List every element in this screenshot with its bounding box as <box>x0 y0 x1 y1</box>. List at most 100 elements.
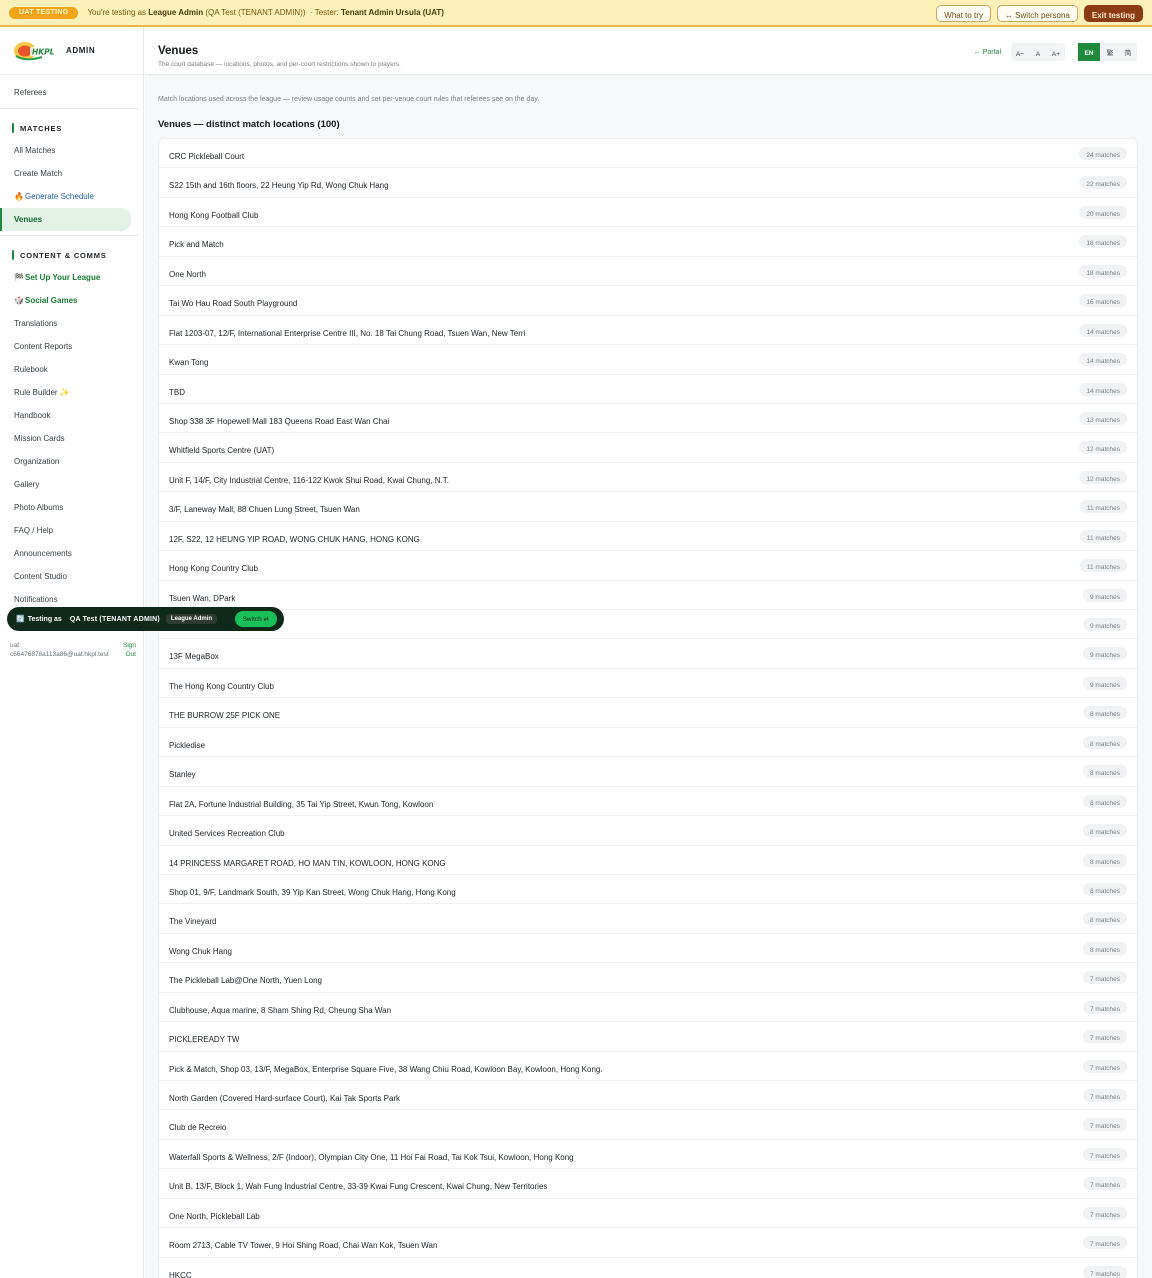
uat-role: League Admin <box>148 8 204 17</box>
sidebar-item-content-studio[interactable]: Content Studio <box>0 565 143 588</box>
switch-persona-button[interactable]: ↔ Switch persona <box>996 5 1078 22</box>
match-count-badge: 14 matches <box>1079 382 1127 396</box>
venue-row[interactable]: Stanley 8 matches <box>159 757 1137 787</box>
venue-row[interactable]: Waterfall Sports & Wellness, 2/F (Indoor… <box>159 1140 1137 1170</box>
exit-testing-button[interactable]: Exit testing <box>1083 5 1143 22</box>
venue-row[interactable]: 3/F, Laneway Mall, 88 Chuen Lung Street,… <box>159 492 1137 522</box>
sidebar-item-handbook[interactable]: Handbook <box>0 404 143 427</box>
lang-zh-hant-button[interactable]: 繁 <box>1101 43 1119 61</box>
venue-name: 12F, S22, 12 HEUNG YIP ROAD, WONG CHUK H… <box>169 534 420 544</box>
venue-name: Tsuen Wan, DPark <box>169 593 236 603</box>
sidebar-item-social-games[interactable]: 🎲Social Games <box>0 289 143 312</box>
sidebar-item-organization[interactable]: Organization <box>0 450 143 473</box>
sidebar-item-label: Social Games <box>25 296 78 305</box>
venue-row[interactable]: Unit F, 14/F, City Industrial Centre, 11… <box>159 463 1137 493</box>
venue-row[interactable]: The Vineyard 8 matches <box>159 904 1137 934</box>
sidebar-item-gallery[interactable]: Gallery <box>0 473 143 496</box>
toast-switch-button[interactable]: Switch ⇄ <box>234 611 277 627</box>
lang-zh-hans-button[interactable]: 简 <box>1119 43 1137 61</box>
venue-row[interactable]: Hong Kong Football Club 20 matches <box>159 198 1137 228</box>
venue-row[interactable]: EVELS , CENTRAL9 matches <box>159 610 1137 640</box>
sidebar-item-photo-albums[interactable]: Photo Albums <box>0 496 143 519</box>
venue-row[interactable]: THE BURROW 25F PICK ONE 8 matches <box>159 698 1137 728</box>
font-default-button[interactable]: A <box>1029 43 1047 61</box>
match-count-badge: 7 matches <box>1083 1089 1127 1102</box>
venue-row[interactable]: S22 15th and 16th floors, 22 Heung Yip R… <box>159 168 1137 198</box>
venue-name: Unit F, 14/F, City Industrial Centre, 11… <box>169 475 449 485</box>
hkpl-logo-image: HKPL <box>14 41 56 60</box>
sidebar-item-rule-builder[interactable]: Rule Builder ✨ <box>0 381 143 404</box>
sidebar-item-referees[interactable]: Referees <box>0 81 143 104</box>
venue-row[interactable]: Club de Recreio 7 matches <box>159 1110 1137 1140</box>
venue-name: Waterfall Sports & Wellness, 2/F (Indoor… <box>169 1152 574 1162</box>
match-count-badge: 20 matches <box>1079 205 1127 219</box>
fire-icon: 🔥 <box>14 192 24 201</box>
venue-row[interactable]: One North, Pickleball Lab 7 matches <box>159 1199 1137 1229</box>
toast-persona: QA Test (TENANT ADMIN) <box>69 615 160 623</box>
font-larger-button[interactable]: A+ <box>1047 43 1065 61</box>
venue-name: 14 PRINCESS MARGARET ROAD, HO MAN TIN, K… <box>169 858 446 868</box>
venue-row[interactable]: Hong Kong Country Club 11 matches <box>159 551 1137 581</box>
sidebar-item-content-reports[interactable]: Content Reports <box>0 335 143 358</box>
sidebar-item-create-match[interactable]: Create Match <box>0 162 143 185</box>
venue-row[interactable]: United Services Recreation Club 8 matches <box>159 816 1137 846</box>
sidebar-item-translations[interactable]: Translations <box>0 312 143 335</box>
venue-name: Hong Kong Country Club <box>169 564 258 574</box>
venue-row[interactable]: Flat 1203-07, 12/F, International Enterp… <box>159 316 1137 346</box>
venue-row[interactable]: 13F MegaBox 9 matches <box>159 639 1137 669</box>
venue-row[interactable]: The Pickleball Lab@One North, Yuen Long 7… <box>159 963 1137 993</box>
lang-en-button[interactable]: EN <box>1078 43 1100 61</box>
venue-name: The Pickleball Lab@One North, Yuen Long <box>169 976 322 986</box>
venue-row[interactable]: Room 2713, Cable TV Tower, 9 Hoi Shing R… <box>159 1228 1137 1258</box>
font-smaller-button[interactable]: A− <box>1011 43 1029 61</box>
venue-row[interactable]: Unit B, 13/F, Block 1, Wah Fung Industri… <box>159 1169 1137 1199</box>
venue-row[interactable]: PICKLEREADY TW 7 matches <box>159 1022 1137 1052</box>
venue-row[interactable]: Pickledise 8 matches <box>159 728 1137 758</box>
venue-row[interactable]: Pick and Match 18 matches <box>159 227 1137 257</box>
uat-org: (QA Test (TENANT ADMIN)) <box>205 8 306 17</box>
sidebar-item-announcements[interactable]: Announcements <box>0 542 143 565</box>
sign-out-link[interactable]: Sign Out <box>118 641 136 659</box>
venue-row[interactable]: 12F, S22, 12 HEUNG YIP ROAD, WONG CHUK H… <box>159 522 1137 552</box>
brand[interactable]: HKPL ADMIN <box>0 27 143 75</box>
venue-row[interactable]: One North 18 matches <box>159 257 1137 287</box>
what-to-try-button[interactable]: What to try <box>936 5 991 22</box>
venue-row[interactable]: CRC Pickleball Court 24 matches <box>159 139 1137 169</box>
venue-name: The Vineyard <box>169 917 217 927</box>
sidebar-item-mission-cards[interactable]: Mission Cards <box>0 427 143 450</box>
venue-row[interactable]: North Garden (Covered Hard-surface Court… <box>159 1081 1137 1111</box>
sidebar-item-all-matches[interactable]: All Matches <box>0 139 143 162</box>
venue-row[interactable]: Whitfield Sports Centre (UAT) 12 matches <box>159 433 1137 463</box>
venue-name: HKCC <box>169 1270 192 1278</box>
match-count-badge: 13 matches <box>1079 411 1127 425</box>
testing-persona-toast: 🔄 Testing as QA Test (TENANT ADMIN) Leag… <box>7 607 284 631</box>
sidebar-item-rulebook[interactable]: Rulebook <box>0 358 143 381</box>
section-heading-matches: MATCHES <box>0 115 143 139</box>
match-count-badge: 8 matches <box>1083 706 1127 720</box>
venue-row[interactable]: Pick & Match, Shop 03, 13/F, MegaBox, En… <box>159 1052 1137 1081</box>
venue-row[interactable]: Tai Wo Hau Road South Playground 16 match… <box>159 286 1137 316</box>
venue-row[interactable]: 14 PRINCESS MARGARET ROAD, HO MAN TIN, K… <box>159 846 1137 875</box>
venue-row[interactable]: The Hong Kong Country Club 9 matches <box>159 669 1137 699</box>
match-count-badge: 14 matches <box>1079 353 1127 367</box>
page-header: Venues The court database — locations, p… <box>145 27 1152 75</box>
sidebar-item-venues[interactable]: Venues <box>0 208 131 231</box>
sidebar-item-set-up-your-league[interactable]: 🏁Set Up Your League <box>0 266 143 289</box>
venue-row[interactable]: Wong Chuk Hang 8 matches <box>159 934 1137 964</box>
venue-row[interactable]: Shop 338 3F Hopewell Mall 183 Queens Roa… <box>159 404 1137 434</box>
portal-link[interactable]: ← Portal <box>974 49 1001 56</box>
venue-row[interactable]: Tsuen Wan, DPark 9 matches <box>159 581 1137 610</box>
venue-name: Shop 338 3F Hopewell Mall 183 Queens Roa… <box>169 416 390 426</box>
match-count-badge: 9 matches <box>1083 647 1127 661</box>
venue-name: Flat 1203-07, 12/F, International Enterp… <box>169 328 526 338</box>
sidebar-item-faq-help[interactable]: FAQ / Help <box>0 519 143 542</box>
league-setup-icon: 🏁 <box>14 273 24 282</box>
venue-name: Wong Chuk Hang <box>169 946 232 956</box>
venue-row[interactable]: TBD 14 matches <box>159 375 1137 404</box>
venue-row[interactable]: Clubhouse, Aqua marine, 8 Sham Shing Rd,… <box>159 993 1137 1023</box>
venue-row[interactable]: Flat 2A, Fortune Industrial Building, 35… <box>159 787 1137 817</box>
venue-row[interactable]: Kwan Tong 14 matches <box>159 345 1137 375</box>
venue-row[interactable]: HKCC 7 matches <box>159 1258 1137 1278</box>
sidebar-item-generate-schedule[interactable]: 🔥Generate Schedule <box>0 185 143 208</box>
venue-row[interactable]: Shop 01, 9/F, Landmark South, 39 Yip Kan… <box>159 875 1137 905</box>
